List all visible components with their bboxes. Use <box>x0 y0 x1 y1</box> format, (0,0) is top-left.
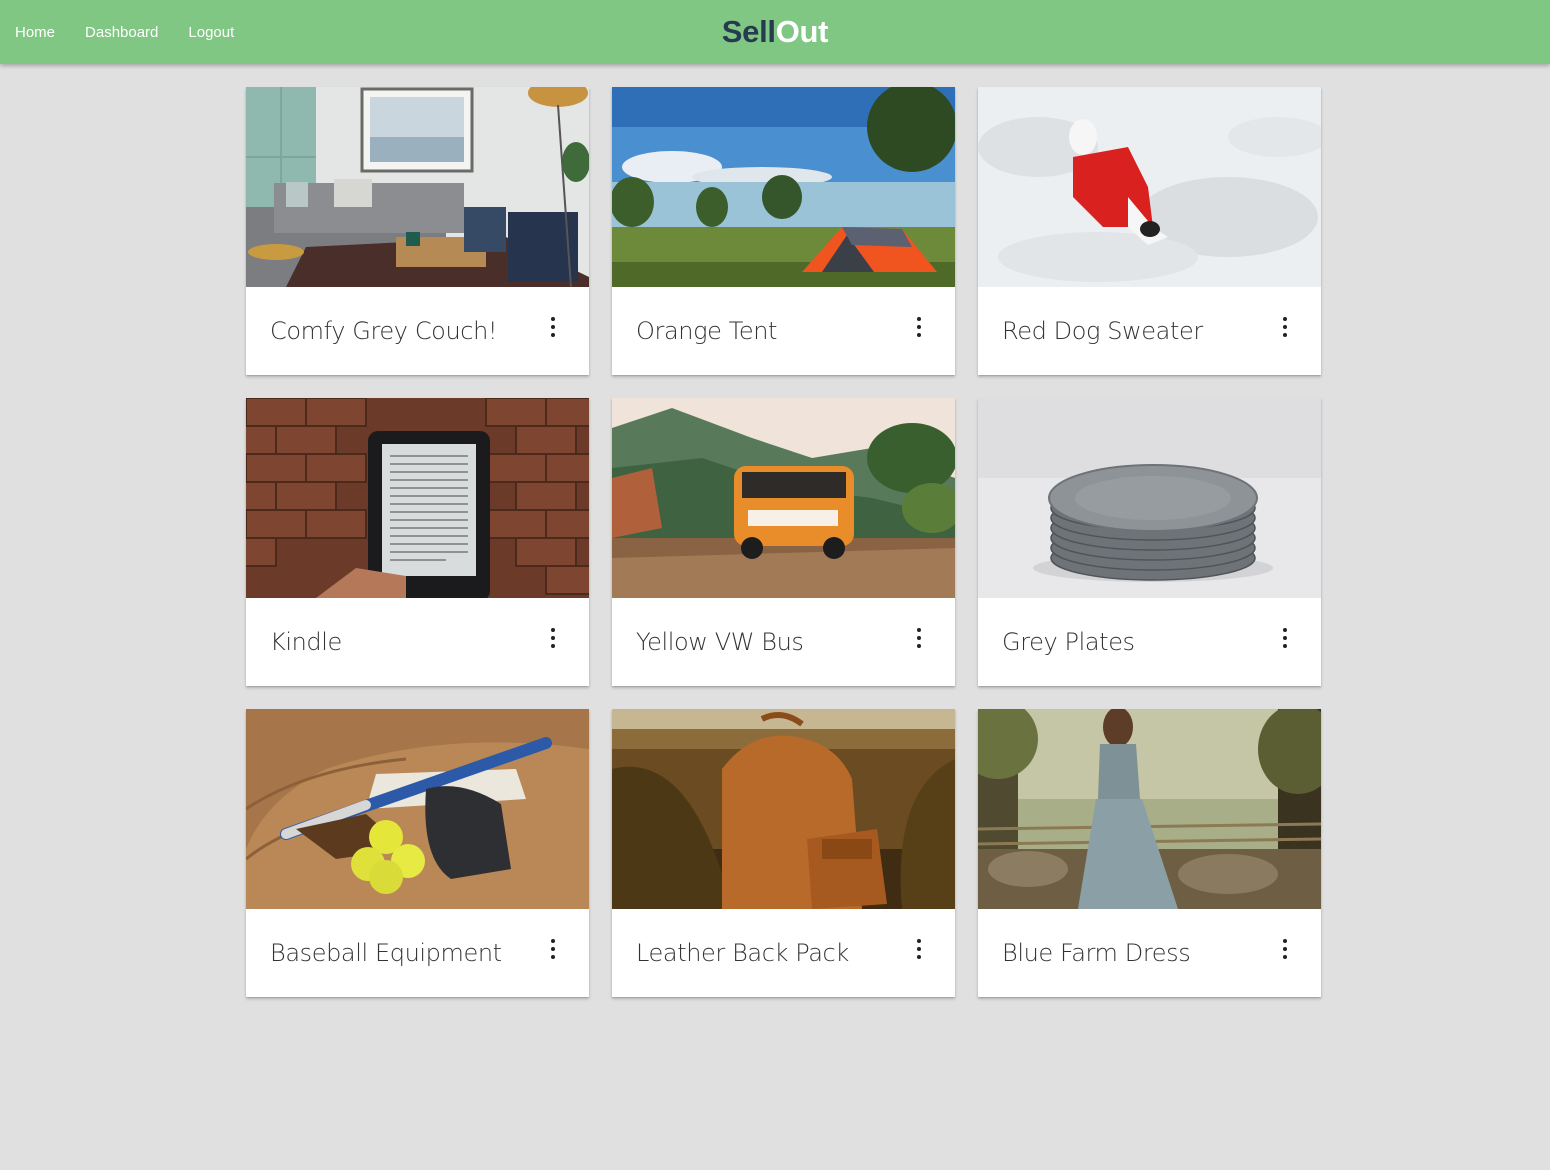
more-vert-icon[interactable] <box>547 939 559 959</box>
more-vert-icon[interactable] <box>913 317 925 337</box>
more-vert-icon[interactable] <box>547 317 559 337</box>
brand-sell: Sell <box>721 14 776 49</box>
listing-image-kindle <box>246 398 589 598</box>
listing-image-farm-dress <box>978 709 1321 909</box>
more-vert-icon[interactable] <box>1279 317 1291 337</box>
listing-image-baseball <box>246 709 589 909</box>
listing-title[interactable]: Kindle <box>270 628 342 656</box>
listing-title[interactable]: Grey Plates <box>1002 628 1135 656</box>
listing-card-content: Grey Plates <box>978 598 1321 686</box>
listing-card[interactable]: Orange Tent <box>612 87 955 375</box>
brand-out: Out <box>775 14 829 49</box>
listing-card[interactable]: Grey Plates <box>978 398 1321 686</box>
listing-card[interactable]: Baseball Equipment <box>246 709 589 997</box>
listing-card-content: Red Dog Sweater <box>978 287 1321 375</box>
listing-card[interactable]: Leather Back Pack <box>612 709 955 997</box>
listing-image-plates <box>978 398 1321 598</box>
listing-card-content: Baseball Equipment <box>246 909 589 997</box>
listing-image-backpack <box>612 709 955 909</box>
listing-card-content: Kindle <box>246 598 589 686</box>
listing-card-content: Orange Tent <box>612 287 955 375</box>
listing-title[interactable]: Comfy Grey Couch! <box>270 317 498 345</box>
listing-card-content: Yellow VW Bus <box>612 598 955 686</box>
listing-card-content: Comfy Grey Couch! <box>246 287 589 375</box>
listing-image-living-room <box>246 87 589 287</box>
listing-card-content: Leather Back Pack <box>612 909 955 997</box>
more-vert-icon[interactable] <box>1279 628 1291 648</box>
listing-title[interactable]: Red Dog Sweater <box>1002 317 1203 345</box>
brand-logo[interactable]: SellOut <box>0 14 1550 50</box>
listing-title[interactable]: Blue Farm Dress <box>1002 939 1191 967</box>
listing-card[interactable]: Blue Farm Dress <box>978 709 1321 997</box>
listing-title[interactable]: Yellow VW Bus <box>636 628 804 656</box>
listings-grid: Comfy Grey Couch! Orange Tent Red Dog Sw… <box>246 87 1321 997</box>
listing-image-dog-snow <box>978 87 1321 287</box>
listing-card[interactable]: Yellow VW Bus <box>612 398 955 686</box>
listing-card[interactable]: Red Dog Sweater <box>978 87 1321 375</box>
more-vert-icon[interactable] <box>547 628 559 648</box>
listing-title[interactable]: Baseball Equipment <box>270 939 502 967</box>
listing-title[interactable]: Leather Back Pack <box>636 939 849 967</box>
listing-card-content: Blue Farm Dress <box>978 909 1321 997</box>
listing-card[interactable]: Kindle <box>246 398 589 686</box>
more-vert-icon[interactable] <box>913 628 925 648</box>
more-vert-icon[interactable] <box>913 939 925 959</box>
more-vert-icon[interactable] <box>1279 939 1291 959</box>
listing-image-vw-bus <box>612 398 955 598</box>
top-navbar: Home Dashboard Logout SellOut <box>0 0 1550 64</box>
listing-card[interactable]: Comfy Grey Couch! <box>246 87 589 375</box>
listing-image-tent-lake <box>612 87 955 287</box>
listing-title[interactable]: Orange Tent <box>636 317 777 345</box>
